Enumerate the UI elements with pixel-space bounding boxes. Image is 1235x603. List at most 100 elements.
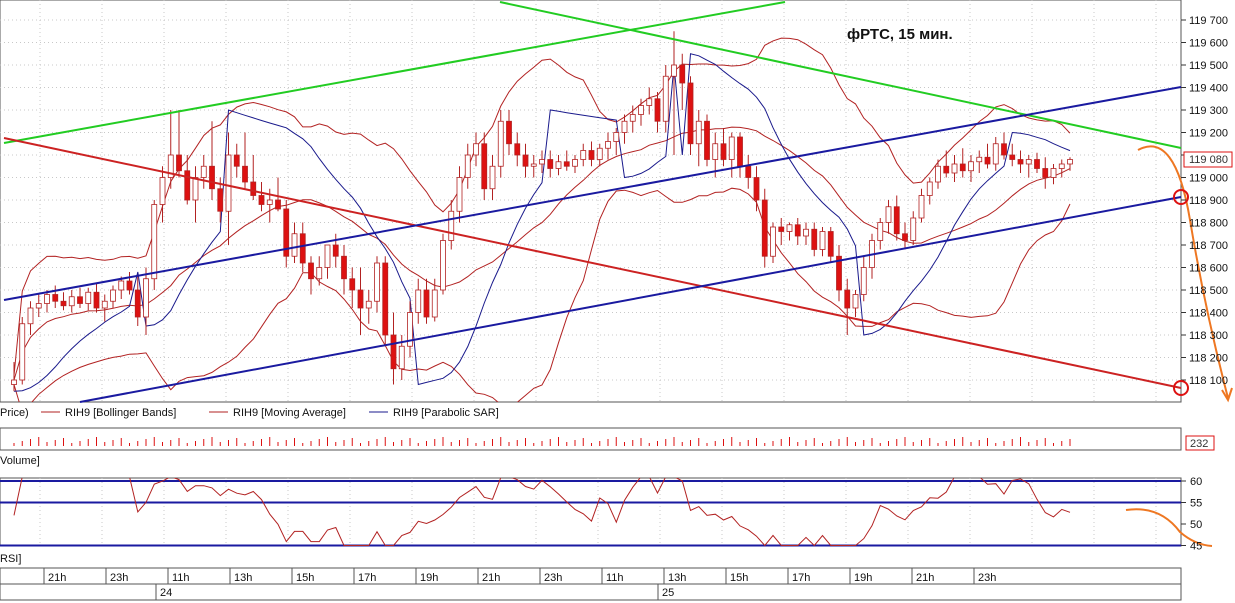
- candle-body: [68, 296, 75, 307]
- candle-body: [811, 228, 818, 250]
- rsi-tick-label: 50: [1190, 519, 1202, 531]
- candle-body: [786, 224, 793, 232]
- candle-body: [951, 163, 958, 174]
- candle-body: [126, 280, 133, 291]
- candle-body: [745, 165, 752, 178]
- candle-body: [778, 226, 785, 232]
- candle-body: [935, 165, 941, 183]
- candle-body: [918, 195, 925, 219]
- candle-body: [332, 244, 339, 257]
- rsi-panel: [0, 477, 1182, 547]
- candle-body: [44, 294, 50, 304]
- candle-body: [654, 98, 661, 122]
- candle-body: [27, 307, 34, 325]
- candle-body: [101, 300, 108, 309]
- time-tick-label: 17h: [792, 572, 810, 584]
- candle-body: [547, 159, 554, 169]
- candle-body: [563, 161, 570, 167]
- candle-body: [143, 278, 149, 318]
- candle-body: [588, 150, 595, 160]
- time-tick-label: 15h: [296, 572, 314, 584]
- candle-body: [225, 154, 232, 212]
- candle-body: [506, 120, 512, 145]
- time-tick-label: 23h: [978, 572, 996, 584]
- candle-body: [1025, 159, 1032, 165]
- time-tick-label: 23h: [544, 572, 562, 584]
- time-tick-label: 13h: [668, 572, 686, 584]
- candle-body: [910, 217, 917, 241]
- chart-title: фРТС, 15 мин.: [847, 26, 953, 43]
- candle-body: [1017, 159, 1024, 165]
- candle-body: [291, 233, 298, 257]
- price-tick-label: 119 600: [1189, 38, 1228, 50]
- candle-body: [374, 262, 380, 302]
- price-tick-label: 118 700: [1189, 240, 1228, 252]
- candle-body: [159, 177, 166, 205]
- candle-body: [1001, 143, 1007, 156]
- candle-body: [217, 188, 224, 212]
- candle-body: [522, 154, 529, 167]
- candle-body: [968, 161, 974, 172]
- candle-body: [1009, 154, 1016, 160]
- candle-body: [943, 165, 950, 174]
- candle-body: [110, 289, 116, 302]
- candle-body: [473, 143, 479, 156]
- price-tick-label: 118 800: [1189, 218, 1228, 230]
- price-tick-label: 118 200: [1189, 353, 1228, 365]
- rsi-axis: 60 55 50 45: [1181, 476, 1202, 553]
- candle-body: [398, 345, 405, 370]
- candle-body: [481, 143, 488, 190]
- rsi-label: RSI]: [0, 553, 21, 565]
- time-tick-label: 19h: [420, 572, 438, 584]
- price-axis: 119 700 119 600 119 500 119 400 119 300 119 2…: [1181, 15, 1228, 387]
- candle: [19, 317, 26, 385]
- candle-body: [514, 143, 521, 156]
- candle-body: [572, 159, 578, 167]
- candle: [704, 114, 710, 167]
- candle-body: [423, 289, 430, 318]
- candle-body: [1058, 163, 1065, 169]
- candle: [440, 233, 446, 295]
- candle-body: [959, 163, 966, 172]
- candle: [151, 200, 158, 290]
- volume-label: Volume]: [0, 455, 40, 467]
- candle-body: [877, 222, 884, 241]
- candle-body: [555, 161, 562, 169]
- price-tick-label: 119 400: [1189, 83, 1228, 95]
- time-tick-label: 11h: [172, 572, 190, 584]
- time-tick-label: 11h: [606, 572, 624, 584]
- rsi-tick-label: 60: [1190, 476, 1202, 488]
- candle-body: [638, 105, 644, 115]
- candle-body: [984, 156, 991, 165]
- price-tick-label: 118 100: [1189, 375, 1228, 387]
- date-tick-label: 24: [160, 587, 172, 599]
- candle-body: [761, 199, 768, 257]
- candle-body: [646, 98, 653, 106]
- candle: [687, 76, 694, 155]
- candle-body: [827, 231, 834, 257]
- candle-body: [77, 296, 83, 304]
- candle-body: [448, 210, 455, 241]
- candle-body: [431, 289, 438, 318]
- price-tick-label: 118 900: [1189, 195, 1228, 207]
- candle-body: [605, 141, 611, 149]
- candle-body: [308, 262, 314, 280]
- price-tick-label: 119 700: [1189, 15, 1228, 27]
- candle-body: [992, 143, 999, 165]
- candle-body: [176, 154, 182, 172]
- candle-body: [250, 181, 257, 196]
- time-tick-label: 21h: [482, 572, 500, 584]
- candle-body: [770, 226, 776, 257]
- candle-body: [93, 291, 100, 309]
- last-price-label: 119 080: [1189, 154, 1228, 166]
- candle-body: [382, 262, 389, 336]
- price-tick-label: 118 300: [1189, 330, 1228, 342]
- candle-body: [704, 120, 710, 160]
- candle-body: [324, 244, 331, 268]
- candle-body: [852, 294, 859, 309]
- candle-body: [926, 181, 933, 196]
- candle-body: [19, 323, 26, 381]
- candle-body: [497, 120, 504, 167]
- candle-body: [530, 163, 537, 167]
- chart-root: 119 700 119 600 119 500 119 400 119 300 119 2…: [0, 0, 1233, 601]
